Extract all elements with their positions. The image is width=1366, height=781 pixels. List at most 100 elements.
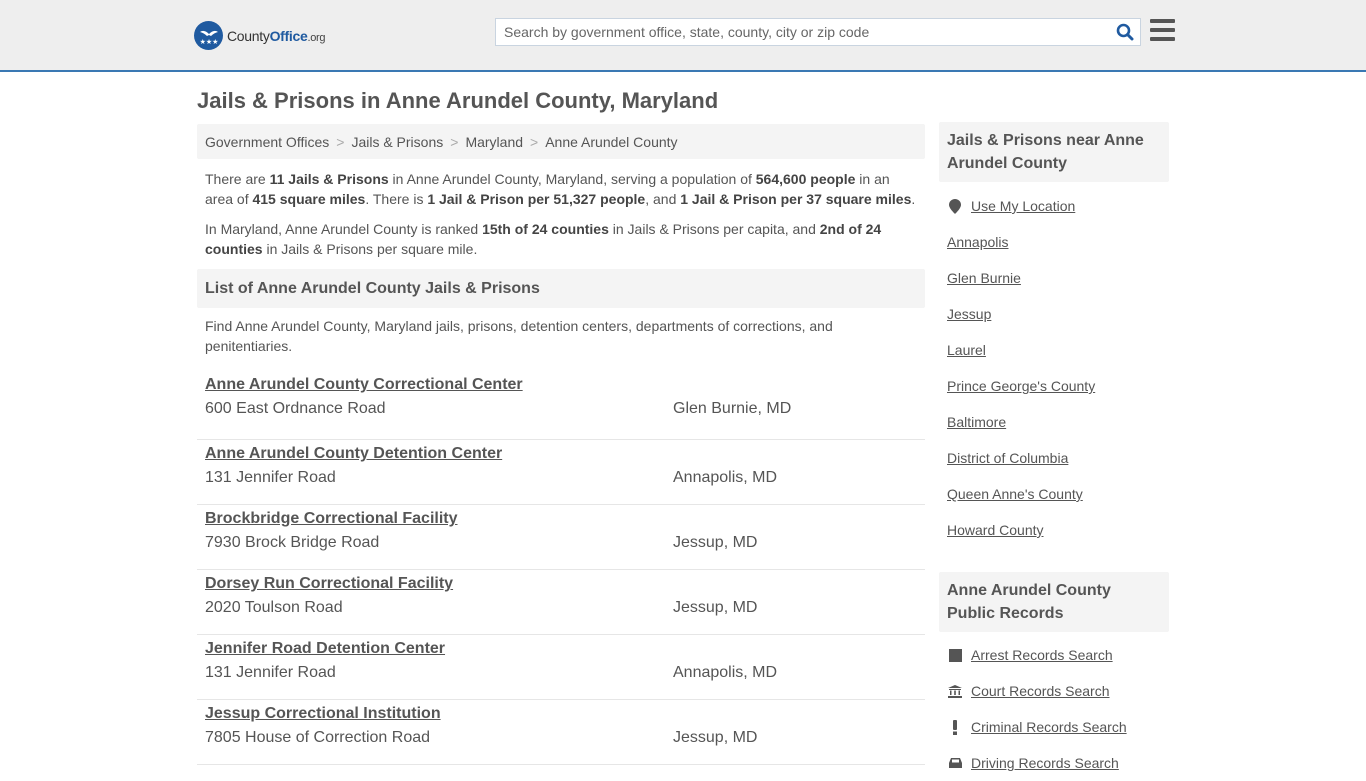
main-content: Government Offices > Jails & Prisons > Mar… [197, 124, 925, 765]
exclamation-icon [947, 719, 963, 735]
facility-row: Anne Arundel County Detention Center 131 … [197, 440, 925, 505]
search-bar [495, 18, 1141, 46]
nearby-link[interactable]: Jessup [947, 306, 991, 322]
list-description: Find Anne Arundel County, Maryland jails… [205, 318, 833, 354]
facility-row: Brockbridge Correctional Facility 7930 Br… [197, 505, 925, 570]
breadcrumb-current: Anne Arundel County [545, 133, 678, 150]
use-my-location[interactable]: Use My Location [947, 188, 1161, 224]
stat-highlight: 564,600 people [755, 171, 856, 187]
courthouse-icon [947, 684, 963, 698]
facility-name-link[interactable]: Anne Arundel County Correctional Center [205, 375, 523, 395]
stat-highlight: 1 Jail & Prison per 51,327 people [427, 191, 646, 207]
nearby-link[interactable]: Glen Burnie [947, 270, 1021, 286]
public-record-item: Arrest Records Search [947, 637, 1161, 673]
facility-row: Jennifer Road Detention Center 131 Jennif… [197, 635, 925, 700]
intro-text-segment: In Maryland, Anne Arundel County is rank… [205, 221, 483, 237]
public-record-link[interactable]: Court Records Search [971, 683, 1110, 699]
facility-address: 7930 Brock Bridge Road [205, 534, 380, 551]
breadcrumb-separator-icon: > [530, 133, 539, 150]
nearby-link[interactable]: District of Columbia [947, 450, 1068, 466]
search-button[interactable] [1110, 19, 1140, 45]
stat-highlight: 11 Jails & Prisons [269, 171, 389, 187]
facility-address: 7805 House of Correction Road [205, 729, 431, 746]
page-title: Jails & Prisons in Anne Arundel County, … [197, 88, 719, 113]
facility-address: 131 Jennifer Road [205, 664, 336, 681]
svg-text:★★★: ★★★ [199, 38, 218, 46]
nearby-link[interactable]: Laurel [947, 342, 986, 358]
intro-text-segment: . [911, 191, 916, 207]
breadcrumb: Government Offices > Jails & Prisons > Mar… [197, 124, 925, 159]
nearby-item: District of Columbia [947, 440, 1161, 476]
stat-highlight: 15th of 24 counties [482, 221, 609, 237]
top-header: ★★★ CountyOffice.org [0, 0, 1366, 72]
nearby-link[interactable]: Annapolis [947, 234, 1009, 250]
facility-name-link[interactable]: Anne Arundel County Detention Center [205, 444, 502, 464]
public-records-heading: Anne Arundel County Public Records [939, 572, 1169, 632]
use-my-location-link[interactable]: Use My Location [971, 198, 1075, 214]
public-record-link[interactable]: Criminal Records Search [971, 719, 1127, 735]
intro-text-segment: in Jails & Prisons per capita, and [608, 221, 820, 237]
square-icon [947, 648, 963, 662]
nearby-item: Annapolis [947, 224, 1161, 260]
facility-city: Annapolis, MD [673, 469, 778, 486]
facility-address: 2020 Toulson Road [205, 599, 343, 616]
nearby-item: Baltimore [947, 404, 1161, 440]
facility-name-link[interactable]: Brockbridge Correctional Facility [205, 509, 458, 529]
intro-text-segment: , and [645, 191, 681, 207]
facility-name-link[interactable]: Jennifer Road Detention Center [205, 639, 445, 659]
intro-text-segment: . There is [365, 191, 428, 207]
facility-city: Glen Burnie, MD [673, 400, 792, 417]
nearby-list: Use My Location Annapolis Glen Burnie Jess… [939, 188, 1169, 548]
site-logo[interactable]: ★★★ CountyOffice.org [194, 21, 326, 50]
facility-name-link[interactable]: Jessup Correctional Institution [205, 704, 441, 724]
facility-city: Jessup, MD [673, 729, 758, 746]
nearby-item: Queen Anne's County [947, 476, 1161, 512]
nearby-link[interactable]: Prince George's County [947, 378, 1095, 394]
nearby-link[interactable]: Baltimore [947, 414, 1006, 430]
intro-text: There are 11 Jails & Prisons in Anne Aru… [197, 159, 925, 259]
public-record-item: Driving Records Search [947, 745, 1161, 781]
intro-paragraph-ranking: In Maryland, Anne Arundel County is rank… [205, 219, 917, 259]
facility-row: Jessup Correctional Institution 7805 Hous… [197, 700, 925, 765]
facility-address: 600 East Ordnance Road [205, 400, 386, 417]
nearby-panel: Jails & Prisons near Anne Arundel County… [939, 122, 1169, 548]
stat-highlight: 1 Jail & Prison per 37 square miles [680, 191, 912, 207]
intro-text-segment: in Anne Arundel County, Maryland, servin… [388, 171, 756, 187]
eagle-logo-icon: ★★★ [194, 21, 223, 50]
public-record-item: Criminal Records Search [947, 709, 1161, 745]
intro-text-segment: There are [205, 171, 270, 187]
nearby-item: Jessup [947, 296, 1161, 332]
public-records-panel: Anne Arundel County Public Records Arres… [939, 572, 1169, 781]
intro-paragraph-stats: There are 11 Jails & Prisons in Anne Aru… [205, 169, 917, 209]
hamburger-menu-icon[interactable] [1150, 19, 1175, 41]
facility-city: Jessup, MD [673, 599, 758, 616]
nearby-heading: Jails & Prisons near Anne Arundel County [939, 122, 1169, 182]
breadcrumb-separator-icon: > [450, 133, 459, 150]
breadcrumb-government-offices[interactable]: Government Offices [205, 134, 329, 150]
facility-city: Jessup, MD [673, 534, 758, 551]
public-record-link[interactable]: Driving Records Search [971, 755, 1119, 771]
facility-row: Dorsey Run Correctional Facility 2020 Tou… [197, 570, 925, 635]
facility-name-link[interactable]: Dorsey Run Correctional Facility [205, 574, 453, 594]
search-icon [1116, 23, 1134, 41]
facility-list: Anne Arundel County Correctional Center 6… [197, 375, 925, 765]
map-marker-icon [947, 198, 963, 214]
public-record-item: Court Records Search [947, 673, 1161, 709]
breadcrumb-jails-prisons[interactable]: Jails & Prisons [351, 134, 443, 150]
breadcrumb-separator-icon: > [336, 133, 345, 150]
public-record-link[interactable]: Arrest Records Search [971, 647, 1113, 663]
nearby-link[interactable]: Howard County [947, 522, 1044, 538]
breadcrumb-maryland[interactable]: Maryland [465, 134, 523, 150]
facility-row: Anne Arundel County Correctional Center 6… [197, 375, 925, 440]
nearby-item: Glen Burnie [947, 260, 1161, 296]
facility-address: 131 Jennifer Road [205, 469, 336, 486]
nearby-link[interactable]: Queen Anne's County [947, 486, 1083, 502]
intro-text-segment: in Jails & Prisons per square mile. [262, 241, 478, 257]
logo-wordmark: CountyOffice.org [227, 27, 326, 44]
nearby-item: Laurel [947, 332, 1161, 368]
list-heading: List of Anne Arundel County Jails & Pris… [197, 269, 925, 308]
public-records-list: Arrest Records Search Court Records Searc… [939, 637, 1169, 781]
nearby-item: Howard County [947, 512, 1161, 548]
search-input[interactable] [496, 19, 1110, 45]
stat-highlight: 415 square miles [252, 191, 366, 207]
